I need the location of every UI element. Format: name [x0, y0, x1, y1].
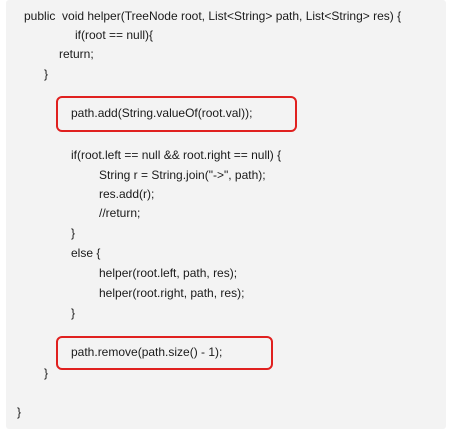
code-line-helper-right: helper(root.right, path, res); — [99, 286, 245, 300]
code-line-close-brace: } — [71, 306, 76, 320]
code-line-commented-return: //return; — [99, 206, 141, 220]
code-line-null-check: if(root == null){ — [75, 28, 154, 42]
code-line-leaf-check: if(root.left == null && root.right == nu… — [71, 148, 282, 162]
code-line-close-brace: } — [44, 67, 49, 81]
code-line-method-signature: public void helper(TreeNode root, List<S… — [24, 9, 402, 23]
code-line-helper-left: helper(root.left, path, res); — [99, 266, 238, 280]
code-snippet-panel: public void helper(TreeNode root, List<S… — [6, 0, 446, 429]
code-line-close-brace: } — [44, 366, 49, 380]
code-line-res-add: res.add(r); — [99, 187, 155, 201]
code-line-final-close-brace: } — [17, 405, 22, 419]
code-line-path-remove: path.remove(path.size() - 1); — [71, 345, 223, 359]
code-line-return: return; — [59, 47, 94, 61]
code-line-string-join: String r = String.join("->", path); — [99, 168, 266, 182]
code-line-path-add: path.add(String.valueOf(root.val)); — [71, 106, 253, 120]
code-line-close-brace: } — [71, 226, 76, 240]
code-line-else: else { — [71, 246, 101, 260]
